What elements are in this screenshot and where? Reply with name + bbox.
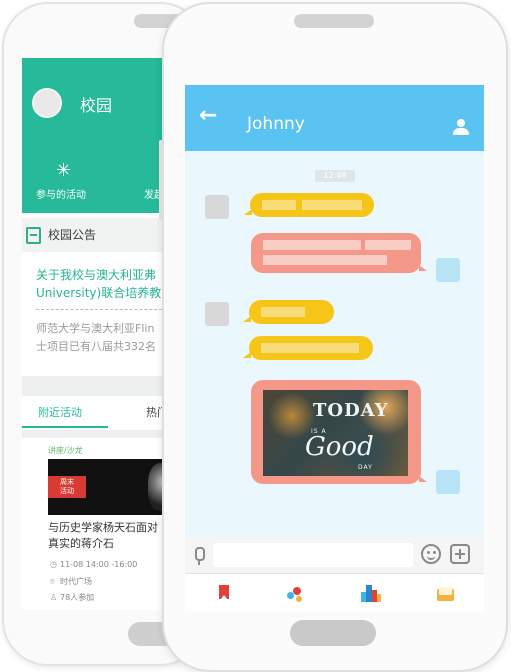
event-title-line: 与历史学家杨天石面对	[48, 521, 158, 534]
bottom-navigation	[185, 573, 484, 611]
profile-icon-body	[453, 128, 469, 135]
notice-section-header: 校园公告	[22, 218, 172, 252]
notice-headline[interactable]: 关于我校与澳大利亚弗 University)联合培养教	[36, 266, 172, 302]
event-participants-text: 78人参加	[60, 593, 95, 602]
message-text-placeholder	[263, 255, 387, 265]
page-title: 校园	[80, 96, 113, 115]
incoming-message[interactable]	[243, 300, 334, 324]
message-input-bar	[185, 537, 484, 573]
avatar[interactable]	[32, 88, 62, 118]
notice-headline-line: University)联合培养教	[36, 286, 162, 300]
clipboard-icon	[26, 227, 41, 244]
notice-section-title: 校园公告	[48, 228, 97, 242]
message-text-placeholder	[263, 240, 361, 250]
notice-body-line: 士项目已有八届共332名	[36, 340, 156, 353]
contact-name: Johnny	[247, 114, 305, 134]
campus-header: 校园 ✳ 参与的活动 发起	[22, 58, 172, 213]
clock-icon: ◷	[50, 560, 57, 569]
phone-home-button	[290, 620, 376, 646]
event-location: ⌾ 时代广场	[50, 576, 92, 587]
event-location-text: 时代广场	[60, 577, 92, 586]
profile-icon[interactable]	[453, 119, 469, 135]
section-gap	[22, 430, 172, 438]
active-tab-indicator	[22, 426, 108, 428]
emoji-icon[interactable]	[421, 544, 441, 564]
activity-joined-button[interactable]: 参与的活动	[36, 186, 86, 201]
incoming-message[interactable]	[244, 193, 374, 217]
contact-avatar[interactable]	[205, 302, 229, 326]
message-input[interactable]	[213, 543, 413, 567]
chat-header: ← Johnny	[185, 85, 484, 151]
message-photo[interactable]: TODAY IS A Good DAY	[263, 390, 408, 476]
message-text-placeholder	[365, 240, 411, 250]
notice-headline-line: 关于我校与澳大利亚弗	[36, 268, 157, 282]
message-text-placeholder	[261, 343, 359, 353]
event-title-line: 真实的蒋介石	[48, 537, 114, 550]
message-text-placeholder	[262, 200, 296, 210]
user-avatar[interactable]	[436, 258, 460, 282]
photo-text: Good	[305, 432, 374, 462]
event-image[interactable]: 周末活动	[48, 459, 172, 515]
chat-screen: ← Johnny 12:48 TODAY IS A Good DAY	[185, 85, 484, 611]
event-title[interactable]: 与历史学家杨天石面对 真实的蒋介石	[48, 520, 172, 552]
outgoing-image-message[interactable]: TODAY IS A Good DAY	[251, 380, 427, 484]
rocket-icon[interactable]	[285, 584, 305, 604]
phone-speaker	[294, 14, 374, 28]
divider	[36, 309, 172, 310]
sparkle-icon: ✳	[56, 160, 72, 181]
person-icon: ♙	[50, 593, 58, 602]
event-category-tag: 讲座/沙龙	[48, 446, 83, 455]
message-text-placeholder	[302, 200, 362, 210]
event-time-text: 11-08 14:00 -16:00	[60, 560, 138, 569]
tab-nearby[interactable]: 附近活动	[38, 404, 82, 420]
city-icon[interactable]	[361, 584, 381, 604]
message-timestamp: 12:48	[315, 170, 355, 182]
weekend-badge-label: 周末活动	[60, 478, 74, 495]
outgoing-message[interactable]	[251, 233, 427, 273]
event-time: ◷ 11-08 14:00 -16:00	[50, 560, 137, 569]
photo-text: DAY	[358, 464, 373, 471]
notice-body-line: 师范大学与澳大利亚Flin	[36, 322, 155, 335]
campus-app-screen: 校园 ✳ 参与的活动 发起 校园公告 关于我校与澳大利亚弗 University…	[22, 58, 172, 610]
user-avatar[interactable]	[436, 470, 460, 494]
message-text-placeholder	[261, 307, 305, 317]
mail-icon[interactable]	[436, 584, 456, 604]
back-arrow-icon[interactable]: ←	[199, 103, 217, 128]
notice-body: 师范大学与澳大利亚Flin 士项目已有八届共332名	[36, 320, 172, 356]
profile-icon-head	[457, 119, 465, 127]
weekend-badge: 周末活动	[48, 476, 86, 498]
bookmark-icon[interactable]	[215, 584, 235, 604]
photo-text: TODAY	[313, 400, 389, 421]
microphone-icon[interactable]	[195, 547, 205, 565]
location-pin-icon: ⌾	[50, 577, 55, 586]
section-gap	[22, 376, 172, 396]
incoming-message[interactable]	[243, 336, 373, 360]
add-attachment-icon[interactable]	[450, 544, 470, 564]
contact-avatar[interactable]	[205, 195, 229, 219]
event-participants: ♙ 78人参加	[50, 592, 94, 603]
